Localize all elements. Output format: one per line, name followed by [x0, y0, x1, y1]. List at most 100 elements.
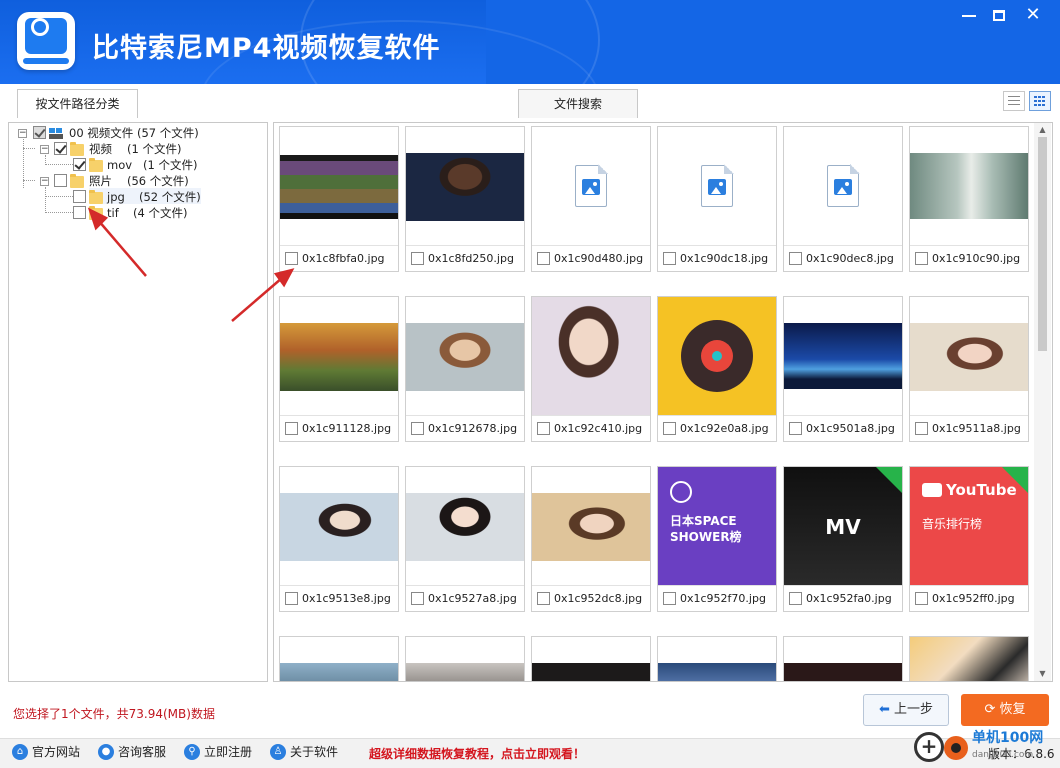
tree-checkbox[interactable] [33, 126, 46, 139]
prev-step-button[interactable]: ⬅ 上一步 [863, 694, 949, 726]
file-checkbox[interactable] [663, 422, 676, 435]
grid-view-button[interactable] [1029, 91, 1051, 111]
file-card[interactable]: 0x1c90dc18.jpg [657, 126, 777, 272]
file-checkbox[interactable] [663, 252, 676, 265]
file-card[interactable]: 0x1c952dc8.jpg [531, 466, 651, 612]
file-thumbnail[interactable] [532, 127, 650, 245]
file-thumbnail[interactable] [532, 467, 650, 585]
file-thumbnail[interactable] [406, 297, 524, 415]
file-checkbox[interactable] [537, 422, 550, 435]
file-card[interactable]: 0x1c912678.jpg [405, 296, 525, 442]
file-card[interactable] [783, 636, 903, 681]
file-thumbnail[interactable] [406, 127, 524, 245]
tree-node-photos[interactable]: − 照片 (56 个文件) [9, 173, 269, 189]
file-thumbnail[interactable] [658, 637, 776, 681]
file-thumbnail[interactable] [910, 637, 1028, 681]
scroll-up-icon[interactable]: ▲ [1034, 123, 1051, 137]
minimize-button[interactable] [954, 4, 984, 26]
tree-checkbox[interactable] [54, 142, 67, 155]
file-card[interactable]: 0x1c910c90.jpg [909, 126, 1029, 272]
file-checkbox[interactable] [915, 592, 928, 605]
file-thumbnail[interactable] [784, 637, 902, 681]
file-checkbox[interactable] [285, 422, 298, 435]
collapse-icon[interactable]: − [40, 145, 49, 154]
scroll-down-icon[interactable]: ▼ [1034, 667, 1051, 681]
thumbnail-image [532, 493, 650, 561]
file-thumbnail[interactable] [280, 297, 398, 415]
file-card[interactable] [531, 636, 651, 681]
tutorial-promo-link[interactable]: 超级详细数据恢复教程，点击立即观看！ [369, 745, 585, 762]
collapse-icon[interactable]: − [18, 129, 27, 138]
register-link[interactable]: ⚲ 立即注册 [184, 741, 252, 763]
file-card[interactable]: 0x1c90d480.jpg [531, 126, 651, 272]
file-thumbnail[interactable] [658, 297, 776, 415]
file-checkbox[interactable] [411, 422, 424, 435]
file-card[interactable]: 0x1c9511a8.jpg [909, 296, 1029, 442]
file-checkbox[interactable] [411, 252, 424, 265]
tree-node-root[interactable]: − 00 视频文件 (57 个文件) [9, 125, 269, 141]
file-checkbox[interactable] [915, 252, 928, 265]
file-thumbnail[interactable] [784, 297, 902, 415]
file-thumbnail[interactable]: MV [784, 467, 902, 585]
file-card[interactable]: 0x1c90dec8.jpg [783, 126, 903, 272]
tab-file-search[interactable]: 文件搜索 [518, 89, 638, 118]
file-card[interactable]: 0x1c9501a8.jpg [783, 296, 903, 442]
file-checkbox[interactable] [285, 592, 298, 605]
file-thumbnail[interactable]: YouTube 音乐排行榜 [910, 467, 1028, 585]
tab-path-category[interactable]: 按文件路径分类 [17, 89, 138, 118]
collapse-icon[interactable]: − [40, 177, 49, 186]
file-card[interactable]: 0x1c8fd250.jpg [405, 126, 525, 272]
close-button[interactable]: ✕ [1018, 4, 1048, 26]
file-checkbox[interactable] [915, 422, 928, 435]
file-checkbox[interactable] [537, 592, 550, 605]
file-card[interactable] [909, 636, 1029, 681]
file-thumbnail[interactable] [532, 637, 650, 681]
customer-service-link[interactable]: ● 咨询客服 [98, 741, 166, 763]
file-checkbox[interactable] [789, 422, 802, 435]
file-card[interactable]: 0x1c92e0a8.jpg [657, 296, 777, 442]
file-card[interactable]: 0x1c92c410.jpg [531, 296, 651, 442]
file-checkbox[interactable] [537, 252, 550, 265]
file-card[interactable]: 0x1c9527a8.jpg [405, 466, 525, 612]
file-card[interactable] [279, 636, 399, 681]
list-view-button[interactable] [1003, 91, 1025, 111]
file-thumbnail[interactable] [910, 127, 1028, 245]
file-card[interactable] [405, 636, 525, 681]
recover-button[interactable]: ⟳ 恢复 [961, 694, 1049, 726]
file-checkbox[interactable] [285, 252, 298, 265]
file-thumbnail[interactable] [280, 127, 398, 245]
file-thumbnail[interactable] [406, 637, 524, 681]
maximize-button[interactable] [984, 4, 1014, 26]
file-thumbnail[interactable] [280, 467, 398, 585]
file-checkbox[interactable] [411, 592, 424, 605]
file-card[interactable]: 0x1c8fbfa0.jpg [279, 126, 399, 272]
file-card[interactable]: 0x1c911128.jpg [279, 296, 399, 442]
file-checkbox[interactable] [789, 592, 802, 605]
file-card[interactable] [657, 636, 777, 681]
official-site-link[interactable]: ⌂ 官方网站 [12, 741, 80, 763]
tree-checkbox[interactable] [73, 190, 86, 203]
file-thumbnail[interactable] [784, 127, 902, 245]
tree-checkbox[interactable] [54, 174, 67, 187]
file-checkbox[interactable] [663, 592, 676, 605]
tree-node-tif[interactable]: tif (4 个文件) [9, 205, 269, 221]
file-card[interactable]: 日本SPACE SHOWER榜 0x1c952f70.jpg [657, 466, 777, 612]
file-thumbnail[interactable] [280, 637, 398, 681]
file-thumbnail[interactable] [658, 127, 776, 245]
tree-checkbox[interactable] [73, 158, 86, 171]
file-checkbox[interactable] [789, 252, 802, 265]
tree-node-video[interactable]: − 视频 (1 个文件) [9, 141, 269, 157]
file-thumbnail[interactable] [406, 467, 524, 585]
tree-node-mov[interactable]: mov (1 个文件) [9, 157, 269, 173]
file-thumbnail[interactable] [910, 297, 1028, 415]
file-card[interactable]: 0x1c9513e8.jpg [279, 466, 399, 612]
scroll-thumb[interactable] [1038, 137, 1047, 351]
about-link[interactable]: ♙ 关于软件 [270, 741, 338, 763]
vertical-scrollbar[interactable]: ▲ ▼ [1034, 123, 1051, 681]
file-thumbnail[interactable]: 日本SPACE SHOWER榜 [658, 467, 776, 585]
tree-node-jpg[interactable]: jpg (52 个文件) [9, 189, 269, 205]
tree-checkbox[interactable] [73, 206, 86, 219]
file-card[interactable]: YouTube 音乐排行榜 0x1c952ff0.jpg [909, 466, 1029, 612]
file-thumbnail[interactable] [532, 297, 650, 415]
file-card[interactable]: MV 0x1c952fa0.jpg [783, 466, 903, 612]
